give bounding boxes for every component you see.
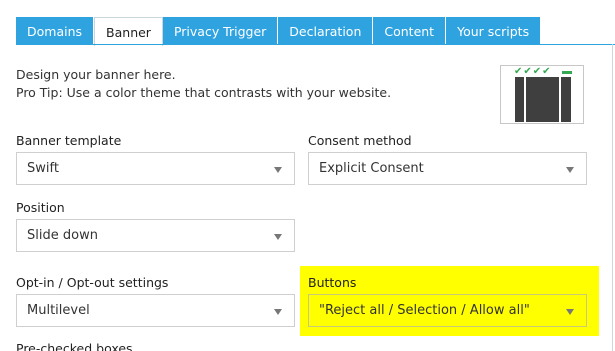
consent-method-label: Consent method: [308, 133, 412, 148]
buttons-select[interactable]: "Reject all / Selection / Allow all": [308, 294, 587, 327]
tab-banner[interactable]: Banner: [94, 17, 163, 46]
banner-template-select[interactable]: Swift: [16, 152, 295, 185]
panel-border: [612, 44, 613, 351]
tab-declaration[interactable]: Declaration: [278, 17, 374, 45]
thumb-column: [526, 77, 559, 122]
tab-underline: [16, 44, 615, 45]
thumb-column: [515, 77, 524, 122]
thumb-column: [561, 77, 571, 122]
position-label: Position: [16, 200, 65, 215]
opt-settings-select[interactable]: Multilevel: [16, 294, 295, 327]
chevron-down-icon: [566, 167, 574, 173]
chevron-down-icon: [274, 234, 282, 240]
chevron-down-icon: [274, 309, 282, 315]
intro-line-1: Design your banner here.: [16, 67, 176, 82]
tab-your-scripts[interactable]: Your scripts: [446, 17, 542, 45]
chevron-down-icon: [566, 309, 574, 315]
prechecked-label: Pre-checked boxes: [16, 341, 133, 351]
consent-method-select[interactable]: Explicit Consent: [308, 152, 587, 185]
banner-template-value: Swift: [27, 161, 59, 176]
position-select[interactable]: Slide down: [16, 219, 295, 252]
accent-bar: [562, 71, 572, 74]
chevron-down-icon: [274, 167, 282, 173]
tab-privacy-trigger[interactable]: Privacy Trigger: [162, 17, 279, 45]
tab-content[interactable]: Content: [373, 17, 447, 45]
consent-method-value: Explicit Consent: [319, 161, 424, 176]
banner-template-label: Banner template: [16, 133, 122, 148]
check-icons: ✔✔✔✔: [514, 66, 552, 77]
buttons-value: "Reject all / Selection / Allow all": [319, 303, 530, 318]
tab-domains[interactable]: Domains: [16, 17, 95, 45]
opt-settings-value: Multilevel: [27, 303, 90, 318]
banner-preview-thumbnail: ✔✔✔✔: [500, 65, 584, 124]
intro-line-2: Pro Tip: Use a color theme that contrast…: [16, 85, 392, 100]
intro-text: Design your banner here. Pro Tip: Use a …: [16, 66, 391, 102]
tab-bar: Domains Banner Privacy Trigger Declarati…: [16, 17, 542, 46]
opt-settings-label: Opt-in / Opt-out settings: [16, 275, 169, 290]
buttons-label: Buttons: [308, 275, 357, 290]
position-value: Slide down: [27, 228, 98, 243]
